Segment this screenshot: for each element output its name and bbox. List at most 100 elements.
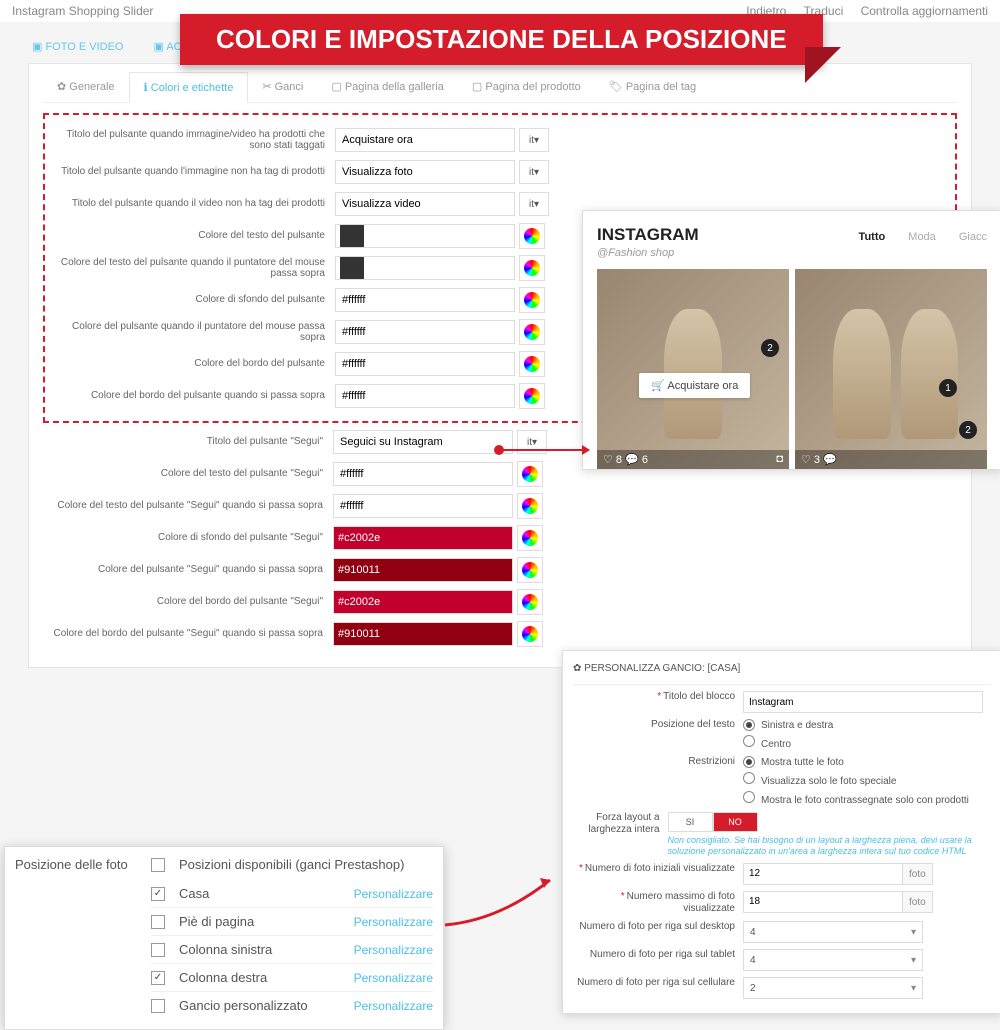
- label: Colore del testo del pulsante "Segui": [43, 468, 333, 480]
- input-button-title-notag-video[interactable]: [335, 192, 515, 216]
- curved-arrow: [440, 870, 560, 930]
- select-tablet[interactable]: 4: [743, 949, 923, 971]
- color-swatch[interactable]: #333333: [335, 256, 515, 280]
- label: Colore del bordo del pulsante "Segui" qu…: [43, 628, 333, 640]
- customize-header: ✿ PERSONALIZZA GANCIO: [CASA]: [573, 659, 991, 685]
- checkbox[interactable]: ✓: [151, 887, 165, 901]
- radio[interactable]: [743, 772, 755, 784]
- radio[interactable]: [743, 719, 755, 731]
- tab-product-page[interactable]: ▢ Pagina del prodotto: [458, 72, 595, 102]
- label: Colore del bordo del pulsante quando si …: [45, 390, 335, 402]
- input-follow-title[interactable]: [333, 430, 513, 454]
- checkbox[interactable]: [151, 943, 165, 957]
- color-picker-icon[interactable]: [519, 319, 545, 345]
- color-picker-icon[interactable]: [517, 461, 543, 487]
- color-picker-icon[interactable]: [519, 255, 545, 281]
- input-button-title-tagged[interactable]: [335, 128, 515, 152]
- label: Colore del pulsante quando il puntatore …: [45, 321, 335, 344]
- label: Colore di sfondo del pulsante "Segui": [43, 532, 333, 544]
- label: Titolo del pulsante "Segui": [43, 436, 333, 448]
- select-desktop[interactable]: 4: [743, 921, 923, 943]
- label: Colore del testo del pulsante: [45, 230, 335, 242]
- buy-button[interactable]: 🛒 Acquistare ora: [639, 373, 750, 398]
- color-picker-icon[interactable]: [517, 557, 543, 583]
- promo-banner: COLORI E IMPOSTAZIONE DELLA POSIZIONE: [180, 14, 823, 65]
- color-picker-icon[interactable]: [519, 223, 545, 249]
- checkbox[interactable]: [151, 999, 165, 1013]
- initial-photos-input[interactable]: [743, 863, 903, 885]
- position-item[interactable]: Piè di paginaPersonalizzare: [151, 908, 433, 936]
- customize-link[interactable]: Personalizzare: [354, 999, 433, 1013]
- input-color[interactable]: [335, 288, 515, 312]
- instagram-icon: ◘: [776, 453, 783, 465]
- max-photos-input[interactable]: [743, 891, 903, 913]
- radio[interactable]: [743, 735, 755, 747]
- filter-all[interactable]: Tutto: [859, 231, 886, 243]
- position-header: Posizioni disponibili (ganci Prestashop): [179, 857, 404, 872]
- customize-link[interactable]: Personalizzare: [354, 887, 433, 901]
- checkbox[interactable]: [151, 915, 165, 929]
- toolbar-photo-video[interactable]: ▣ FOTO E VIDEO: [32, 40, 123, 53]
- radio[interactable]: [743, 756, 755, 768]
- color-swatch[interactable]: #910011: [333, 622, 513, 646]
- input-color[interactable]: [333, 494, 513, 518]
- position-panel: Posizione delle foto Posizioni disponibi…: [4, 846, 444, 1030]
- input-color[interactable]: [335, 384, 515, 408]
- label: Colore del testo del pulsante "Segui" qu…: [43, 500, 333, 512]
- thumb-2[interactable]: 1 2 ♡ 3 💬: [795, 269, 987, 469]
- label: Colore del pulsante "Segui" quando si pa…: [43, 564, 333, 576]
- hotspot-badge[interactable]: 2: [761, 339, 779, 357]
- thumb-footer: ♡ 3 💬: [795, 450, 987, 469]
- color-picker-icon[interactable]: [519, 383, 545, 409]
- customize-link[interactable]: Personalizzare: [354, 915, 433, 929]
- tab-colors-labels[interactable]: ℹ Colori e etichette: [129, 72, 249, 103]
- tab-general[interactable]: ✿ Generale: [43, 72, 129, 102]
- label: Titolo del pulsante quando l'immagine no…: [45, 166, 335, 178]
- checkbox[interactable]: [151, 858, 165, 872]
- tab-gallery-page[interactable]: ▢ Pagina della galleria: [317, 72, 458, 102]
- color-picker-icon[interactable]: [517, 493, 543, 519]
- filter-giacc[interactable]: Giacc: [959, 231, 987, 243]
- color-swatch[interactable]: #910011: [333, 558, 513, 582]
- label: Colore del bordo del pulsante "Segui": [43, 596, 333, 608]
- label: Titolo del pulsante quando immagine/vide…: [45, 129, 335, 152]
- color-picker-icon[interactable]: [519, 287, 545, 313]
- tab-tag-page[interactable]: 🏷 Pagina del tag: [595, 72, 710, 102]
- customize-link[interactable]: Personalizzare: [354, 971, 433, 985]
- label: Titolo del pulsante quando il video non …: [45, 198, 335, 210]
- lang-select[interactable]: it▾: [519, 160, 549, 184]
- input-button-title-notag-img[interactable]: [335, 160, 515, 184]
- thumb-footer: ♡ 8 💬 6: [597, 450, 789, 469]
- updates-link[interactable]: Controlla aggiornamenti: [861, 4, 988, 18]
- input-color[interactable]: [335, 352, 515, 376]
- block-title-input[interactable]: [743, 691, 983, 713]
- toggle-fullwidth[interactable]: SINO: [668, 812, 758, 832]
- filter-moda[interactable]: Moda: [908, 231, 936, 243]
- color-swatch[interactable]: #c2002e: [333, 526, 513, 550]
- label: Colore del testo del pulsante quando il …: [45, 257, 335, 280]
- radio[interactable]: [743, 791, 755, 803]
- color-picker-icon[interactable]: [517, 525, 543, 551]
- checkbox[interactable]: ✓: [151, 971, 165, 985]
- lang-select[interactable]: it▾: [519, 128, 549, 152]
- input-color[interactable]: [335, 320, 515, 344]
- customize-link[interactable]: Personalizzare: [354, 943, 433, 957]
- preview-account: @Fashion shop: [597, 247, 987, 259]
- label: Colore di sfondo del pulsante: [45, 294, 335, 306]
- position-item[interactable]: ✓CasaPersonalizzare: [151, 880, 433, 908]
- position-item[interactable]: Colonna sinistraPersonalizzare: [151, 936, 433, 964]
- select-mobile[interactable]: 2: [743, 977, 923, 999]
- tab-hooks[interactable]: ✂ Ganci: [248, 72, 317, 102]
- input-color[interactable]: [333, 462, 513, 486]
- hotspot-badge[interactable]: 2: [959, 421, 977, 439]
- color-picker-icon[interactable]: [517, 621, 543, 647]
- hotspot-badge[interactable]: 1: [939, 379, 957, 397]
- color-picker-icon[interactable]: [519, 351, 545, 377]
- position-item[interactable]: ✓Colonna destraPersonalizzare: [151, 964, 433, 992]
- color-picker-icon[interactable]: [517, 589, 543, 615]
- color-swatch[interactable]: #c2002e: [333, 590, 513, 614]
- thumb-1[interactable]: 2 🛒 Acquistare ora ♡ 8 💬 6 ◘: [597, 269, 789, 469]
- color-swatch[interactable]: #333333: [335, 224, 515, 248]
- lang-select[interactable]: it▾: [519, 192, 549, 216]
- position-item[interactable]: Gancio personalizzatoPersonalizzare: [151, 992, 433, 1019]
